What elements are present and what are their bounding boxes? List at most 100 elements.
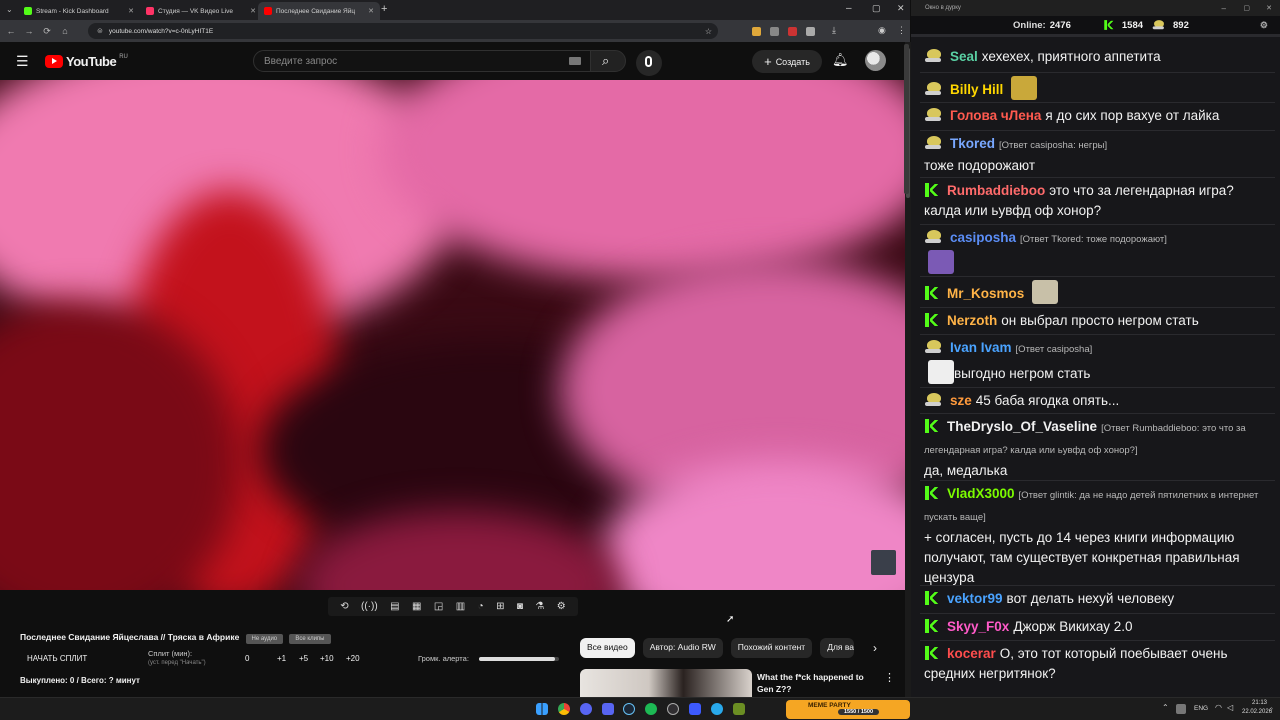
extension-icon[interactable] [770,27,779,36]
tab-kick-dashboard[interactable]: Stream - Kick Dashboard ✕ [18,2,140,20]
chip-similar[interactable]: Похожий контент [730,638,813,658]
url-field[interactable]: ⊜ youtube.com/watch?v=c-0nLyHIT1E ☆ [88,23,718,39]
chat-username[interactable]: Голова чЛена [950,108,1041,123]
volume-slider[interactable] [479,657,559,661]
audio-waves-icon[interactable]: ((·)) [361,601,378,612]
close-icon[interactable]: ✕ [128,7,134,15]
extension-icon[interactable] [752,27,761,36]
tab-vk-studio[interactable]: Студия — VK Видео Live ✕ [140,2,262,20]
chat-username[interactable]: VladX3000 [947,486,1015,501]
extension-icon[interactable] [788,27,797,36]
download-icon[interactable]: ⤓ [832,25,836,36]
reload-icon[interactable]: ⟳ [38,26,56,37]
chat-username[interactable]: vektor99 [947,591,1003,606]
tab-search-icon[interactable]: ⌄ [6,5,13,14]
window-close-button[interactable]: ✕ [897,3,905,14]
chip-author[interactable]: Автор: Audio RW [642,638,723,658]
recommended-video-title[interactable]: What the f*ck happened to Gen Z?? [757,671,869,695]
settings-gear-icon[interactable]: ⚙ [557,601,566,612]
hamburger-menu-icon[interactable]: ☰ [16,53,29,70]
chip-all-videos[interactable]: Все видео [580,638,635,658]
all-clips-button[interactable]: Все клипы [289,634,331,644]
wifi-icon[interactable]: ◠ [1215,703,1222,712]
chrome-icon[interactable] [558,703,570,715]
tray-chevron-icon[interactable]: ⌃ [1162,703,1169,712]
split-add-5-button[interactable]: +5 [299,654,308,663]
split-add-20-button[interactable]: +20 [346,654,360,663]
chat-close-button[interactable]: ✕ [1266,4,1272,12]
close-icon[interactable]: ✕ [250,7,256,15]
chat-username[interactable]: Ivan Ivam [950,340,1012,355]
new-tab-button[interactable]: + [381,3,387,15]
chat-username[interactable]: Seal [950,49,978,64]
cinema-mode-icon[interactable]: ▥ [456,601,465,612]
obs-icon[interactable] [667,703,679,715]
recommended-video-thumbnail[interactable] [580,669,752,697]
voice-search-button[interactable] [636,50,662,76]
forward-icon[interactable]: → [20,26,38,36]
language-indicator[interactable]: ENG [1194,705,1208,712]
volume-icon[interactable]: ◁ [1227,703,1233,712]
start-split-button[interactable]: НАЧАТЬ СПЛИТ [27,654,87,663]
camera-icon[interactable]: ◙ [517,601,523,612]
chat-username[interactable]: Skyy_F0x [947,619,1009,634]
notifications-bell-icon[interactable]: 🔔︎ [832,52,849,68]
telegram-icon[interactable] [711,703,723,715]
chat-scrollbar[interactable] [904,44,909,194]
create-button[interactable]: + Создать [752,50,822,73]
chat-username[interactable]: Tkored [950,136,995,151]
app-icon[interactable] [580,703,592,715]
flask-icon[interactable]: ⚗ [535,601,544,612]
chat-username[interactable]: sze [950,393,972,408]
maximize-button[interactable]: ▢ [872,3,881,14]
minimize-button[interactable]: – [846,3,852,14]
steam-icon[interactable] [623,703,635,715]
chat-username[interactable]: kocerar [947,646,996,661]
add-screen-icon[interactable]: ⊞ [496,601,504,612]
search-button[interactable]: ⌕ [590,50,626,72]
speed-gauge-icon[interactable]: ◔ [478,601,484,612]
split-add-10-button[interactable]: +10 [320,654,334,663]
home-icon[interactable]: ⌂ [56,26,74,36]
extension-icon[interactable] [806,27,815,36]
picture-in-picture-icon[interactable]: ◲ [434,601,443,612]
search-input[interactable]: Введите запрос [253,50,596,72]
chevron-right-icon[interactable]: › [873,641,877,655]
chat-username[interactable]: Rumbaddieboo [947,183,1045,198]
video-player[interactable] [0,80,905,590]
avatar[interactable] [865,50,886,71]
chat-maximize-button[interactable]: ▢ [1243,4,1250,12]
media-player-icon[interactable] [689,703,701,715]
clock-time[interactable]: 21:13 [1252,700,1267,706]
tab-youtube-video[interactable]: Последнее Свидание Яйц ✕ [258,2,380,20]
windows-start-icon[interactable] [536,703,548,715]
chat-username[interactable]: Billy Hill [950,82,1003,97]
notification-icon[interactable]: ◦ [1270,704,1273,713]
chat-username[interactable]: casiposha [950,230,1016,245]
chat-settings-gear-icon[interactable]: ⚙ [1260,20,1268,31]
chat-minimize-button[interactable]: – [1222,4,1226,13]
to-audio-button[interactable]: Не аудио [245,634,284,644]
youtube-logo[interactable]: YouTube RU [45,54,128,69]
more-options-icon[interactable]: ⋮ [884,671,895,684]
site-info-icon[interactable]: ⊜ [97,27,103,35]
app-icon[interactable] [733,703,745,715]
chat-username[interactable]: Mr_Kosmos [947,286,1024,301]
tray-app-icon[interactable] [1176,704,1186,714]
playlist-view-icon[interactable]: ▤ [390,601,399,612]
profile-icon[interactable]: ◉ [878,25,886,36]
split-value-0[interactable]: 0 [245,654,249,663]
clock-date[interactable]: 22.02.2026 [1242,709,1272,715]
film-strip-icon[interactable]: ▦ [412,601,421,612]
chat-username[interactable]: TheDryslo_Of_Vaseline [947,419,1097,434]
spotify-icon[interactable] [645,703,657,715]
chat-username[interactable]: Nerzoth [947,313,997,328]
menu-dots-icon[interactable]: ⋮ [897,25,906,36]
loop-icon[interactable]: ⟲ [340,601,348,612]
split-add-1-button[interactable]: +1 [277,654,286,663]
back-icon[interactable]: ← [2,26,20,36]
chip-for-you[interactable]: Для вас [820,638,855,658]
meme-party-widget[interactable]: MEME PARTY 1550 / 1500 [786,700,910,719]
discord-icon[interactable] [602,703,614,715]
keyboard-icon[interactable] [569,57,581,65]
